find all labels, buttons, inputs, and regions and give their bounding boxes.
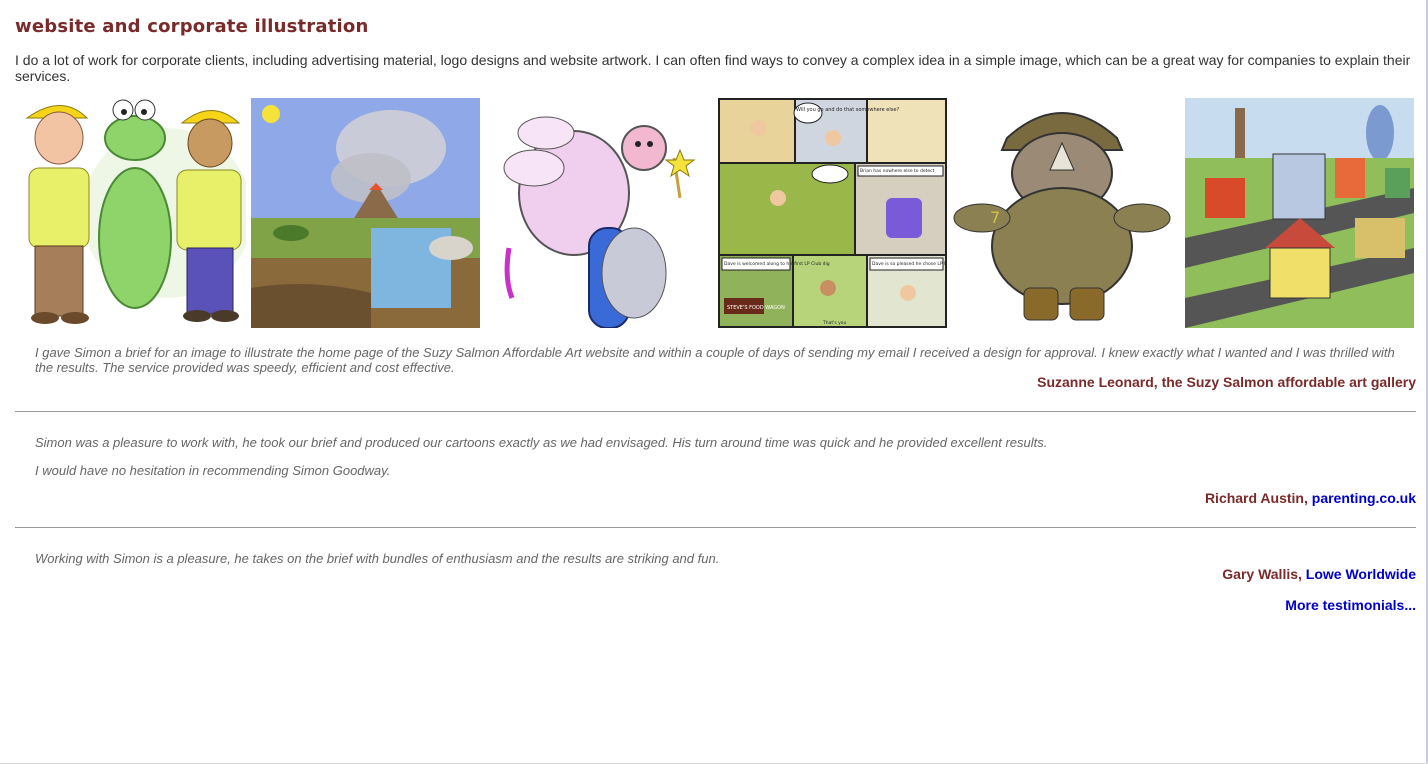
author-name: Suzanne Leonard, the Suzy Salmon afforda… — [1037, 374, 1416, 390]
rhino-soldier-icon: 7 — [952, 98, 1181, 328]
gallery-item[interactable]: 7 — [952, 98, 1181, 328]
testimonial-text: I would have no hesitation in recommendi… — [35, 463, 391, 478]
comic-caption: STEVE'S FOOD WAGON — [727, 305, 785, 311]
comic-caption: Dave is so pleased he chose LP Metal Det… — [872, 261, 947, 267]
testimonial-author: Richard Austin, parenting.co.uk — [1205, 490, 1416, 506]
author-link[interactable]: parenting.co.uk — [1312, 490, 1416, 506]
comic-strip-icon: Will you go and do that somewhere else? B… — [718, 98, 947, 328]
author-name: Gary Wallis, — [1222, 566, 1306, 582]
gallery-item[interactable] — [484, 98, 713, 328]
gallery-item[interactable] — [17, 98, 246, 328]
gallery-item[interactable] — [1185, 98, 1414, 328]
testimonial-quote: Simon was a pleasure to work with, he to… — [35, 435, 1396, 478]
comic-caption: That's you — [822, 320, 847, 326]
testimonial-quote: Working with Simon is a pleasure, he tak… — [35, 551, 1396, 566]
comic-caption: Will you go and do that somewhere else? — [796, 107, 899, 113]
comic-caption: Brian has nowhere else to detect — [860, 168, 935, 174]
rhino-badge-number: 7 — [990, 208, 1000, 227]
page-heading: website and corporate illustration — [15, 16, 369, 37]
comic-caption: Dave is welcomed along to his first LP C… — [724, 261, 830, 267]
gallery-item[interactable]: Will you go and do that somewhere else? B… — [718, 98, 947, 328]
divider — [15, 527, 1416, 528]
testimonial-author: Gary Wallis, Lowe Worldwide — [1222, 566, 1416, 582]
testimonial-text: Simon was a pleasure to work with, he to… — [35, 435, 1048, 450]
testimonial-text: Working with Simon is a pleasure, he tak… — [35, 551, 720, 566]
author-link[interactable]: Lowe Worldwide — [1306, 566, 1416, 582]
author-name: Richard Austin, — [1204, 490, 1312, 506]
gallery-item[interactable] — [251, 98, 480, 328]
flying-pig-fairy-icon — [484, 98, 713, 328]
construction-workers-crocodile-icon — [17, 98, 246, 328]
testimonial-author: Suzanne Leonard, the Suzy Salmon afforda… — [1037, 374, 1416, 390]
london-city-aerial-icon — [1185, 98, 1414, 328]
testimonial-text: I gave Simon a brief for an image to ill… — [35, 345, 1395, 375]
more-testimonials-link[interactable]: More testimonials... — [1285, 597, 1416, 613]
divider — [15, 411, 1416, 412]
illustration-gallery: Will you go and do that somewhere else? B… — [15, 98, 1416, 328]
intro-text: I do a lot of work for corporate clients… — [15, 52, 1411, 84]
testimonial-quote: I gave Simon a brief for an image to ill… — [35, 345, 1396, 375]
prehistoric-volcano-landscape-icon — [251, 98, 480, 328]
